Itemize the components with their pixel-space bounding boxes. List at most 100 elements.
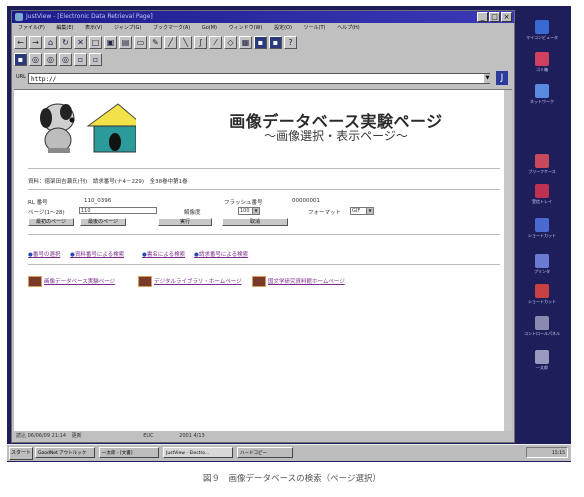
nav-link-label: 資料番号による検索 (74, 252, 125, 258)
menu-bar: ファイル(F) 編集(E) 表示(V) ジャンプ(G) ブックマーク(A) Go… (12, 23, 514, 33)
edit-icon[interactable]: ✎ (149, 35, 162, 49)
desktop-icon[interactable]: ショートカット (519, 284, 565, 304)
browser-window: JustView - [Electronic Data Retrieval Pa… (11, 10, 515, 443)
inbox-icon (535, 184, 549, 198)
desktop-icon[interactable]: ネットワーク (519, 84, 565, 104)
desktop-icon[interactable]: プリンタ (519, 254, 565, 274)
toolbar-main: ← → ⌂ ↻ ✕ □ ▣ ▤ ▭ ✎ ╱ ╲ ∫ ⁄ ◇ ▦ ▪ ▪ ? (14, 34, 297, 50)
menu-view[interactable]: 表示(V) (85, 25, 102, 31)
start-button[interactable]: スタート (9, 447, 33, 460)
help-icon[interactable]: ? (284, 35, 297, 49)
desktop-icon[interactable]: ショートカット (519, 218, 565, 238)
divider (28, 234, 500, 235)
reload-icon[interactable]: ↻ (59, 35, 72, 49)
menu-go[interactable]: Go(M) (202, 25, 217, 31)
menu-jump[interactable]: ジャンプ(G) (114, 25, 141, 31)
taskbar-item-outlook[interactable]: GoodNet アウトルック (35, 447, 95, 458)
format-label: フォーマット (308, 210, 342, 216)
save-icon[interactable]: ▣ (104, 35, 117, 49)
taskbar-item-justview[interactable]: JustView - Electro... (163, 447, 233, 458)
source-line: 資料：徳架田吉瀬氏(刊) 請求番号(ナ4－229) 全38巻中第1巻 (28, 179, 188, 185)
nav-icon-2[interactable]: ◎ (44, 52, 57, 66)
find-icon[interactable]: ▭ (134, 35, 147, 49)
title-bar[interactable]: JustView - [Electronic Data Retrieval Pa… (12, 11, 514, 23)
menu-file[interactable]: ファイル(F) (18, 25, 45, 31)
menu-settings[interactable]: 設定(O) (274, 25, 292, 31)
open-icon[interactable]: □ (89, 35, 102, 49)
desktop-icon-label: コントロールパネル (524, 331, 560, 336)
status-left: 読込 06/06/09 21:14 (16, 433, 67, 439)
url-input[interactable]: http:// (28, 73, 490, 84)
resolution-select[interactable]: 100 ▼ (238, 207, 260, 215)
recycle-bin-icon (535, 52, 549, 66)
network-icon (535, 84, 549, 98)
desktop-icon[interactable]: マイコンピュータ (519, 20, 565, 40)
print-icon[interactable]: ▤ (119, 35, 132, 49)
nav-link-title-search[interactable]: ●書名による検索 (142, 250, 185, 258)
view-icon[interactable]: ▪ (254, 35, 267, 49)
scanned-screen: JustView - [Electronic Data Retrieval Pa… (7, 6, 571, 462)
flash-value: 00000001 (292, 198, 320, 204)
back-icon[interactable]: ← (14, 35, 27, 49)
footer-link-db-page[interactable]: 画像データベース実験ページ (44, 277, 115, 285)
stop-icon[interactable]: ✕ (74, 35, 87, 49)
footer-link-institute[interactable]: 国文学研究資料館ホームページ (268, 277, 345, 285)
toolbar-secondary: ▪ ◎ ◎ ◎ ▫ ▫ (14, 51, 102, 67)
taskbar-item-hardcopy[interactable]: ハードコピー (237, 447, 293, 458)
nav-link-number-select[interactable]: ●番号の選択 (28, 250, 60, 258)
page-subtitle: ～画像選択・表示ページ～ (264, 129, 408, 143)
desktop-icon[interactable]: 受信トレイ (519, 184, 565, 204)
maximize-button[interactable]: □ (489, 12, 500, 22)
page-range-label: ページ(1～28) (28, 210, 65, 216)
menu-help[interactable]: ヘルプ(H) (337, 25, 360, 31)
desktop-icon-label: ショートカット (528, 233, 556, 238)
menu-tools[interactable]: ツール(T) (304, 25, 326, 31)
first-page-button[interactable]: 最初のページ (28, 218, 74, 226)
brush-icon[interactable]: ⁄ (209, 35, 222, 49)
nav-link-call-number-search[interactable]: ●請求番号による検索 (194, 250, 248, 258)
forward-icon[interactable]: → (29, 35, 42, 49)
menu-edit[interactable]: 編集(E) (56, 25, 73, 31)
desktop-icon[interactable]: ブリーフケース (519, 154, 565, 174)
footer-link-digital-library[interactable]: デジタルライブラリ・ホームページ (154, 277, 242, 285)
status-bar: 読込 06/06/09 21:14 更新 EUC 2001 4/13 (12, 431, 514, 441)
format-select[interactable]: GIF ▼ (350, 207, 374, 215)
link-icon[interactable]: ∫ (194, 35, 207, 49)
window-icon[interactable]: ▪ (269, 35, 282, 49)
bookmark-icon[interactable]: ▪ (14, 52, 27, 66)
pencil-icon[interactable]: ╲ (179, 35, 192, 49)
nav-icon-3[interactable]: ◎ (59, 52, 72, 66)
nav-icon-1[interactable]: ◎ (29, 52, 42, 66)
run-button[interactable]: 実行 (158, 218, 212, 226)
go-icon[interactable]: J (496, 71, 508, 85)
page-number-input[interactable]: 110 (79, 207, 157, 214)
rl-label: RL 番号 (28, 200, 48, 206)
dog-and-house-logo (40, 103, 136, 153)
minimize-button[interactable]: _ (477, 12, 488, 22)
url-dropdown-icon[interactable]: ▼ (484, 74, 491, 83)
rl-value: 110_0396 (84, 198, 112, 204)
menu-window[interactable]: ウィンドウ(W) (229, 25, 263, 31)
control-panel-icon (535, 316, 549, 330)
nav-icon-5[interactable]: ▫ (89, 52, 102, 66)
pen-icon[interactable]: ╱ (164, 35, 177, 49)
taskbar-item-ichitaro[interactable]: 一太郎 - [文書] (99, 447, 159, 458)
scrollbar[interactable] (504, 90, 512, 431)
last-page-button[interactable]: 最後のページ (80, 218, 126, 226)
home-icon[interactable]: ⌂ (44, 35, 57, 49)
nav-link-material-search[interactable]: ●資料番号による検索 (70, 250, 124, 258)
page-link-icon (28, 276, 42, 287)
desktop-icon-label: プリンタ (534, 269, 550, 274)
close-button[interactable]: × (501, 12, 512, 22)
desktop-icon[interactable]: コントロールパネル (519, 316, 565, 336)
desktop-icon[interactable]: ゴミ箱 (519, 52, 565, 72)
figure-caption: 図９ 画像データベースの検索（ページ選択） (203, 474, 381, 484)
cancel-button[interactable]: 取消 (222, 218, 288, 226)
image-icon[interactable]: ▦ (239, 35, 252, 49)
divider (28, 189, 500, 190)
nav-icon-4[interactable]: ▫ (74, 52, 87, 66)
shape-icon[interactable]: ◇ (224, 35, 237, 49)
desktop-icon[interactable]: 一太郎 (519, 350, 565, 370)
menu-bookmark[interactable]: ブックマーク(A) (153, 25, 190, 31)
resolution-label: 解像度 (184, 210, 201, 216)
